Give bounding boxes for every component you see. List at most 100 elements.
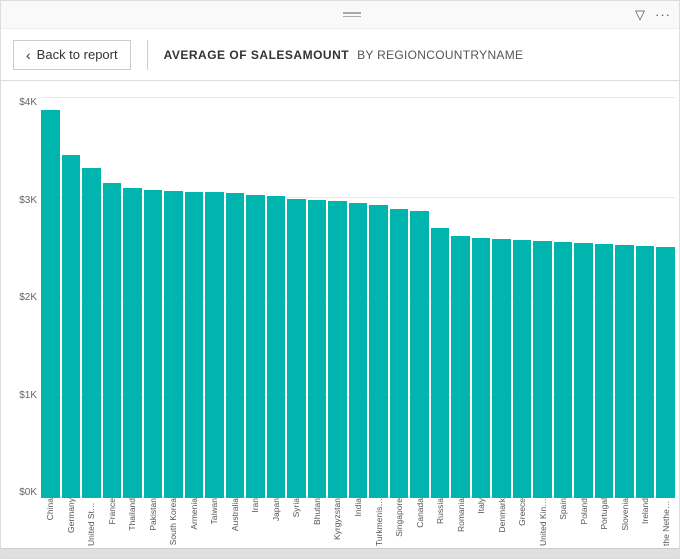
x-label-col: Slovenia — [615, 498, 634, 531]
bar[interactable] — [513, 240, 532, 498]
bar-col — [615, 97, 634, 498]
bar[interactable] — [82, 168, 101, 498]
x-axis-label: Romania — [456, 498, 466, 532]
bar-col — [41, 97, 60, 498]
bar[interactable] — [451, 236, 470, 498]
bar-col — [349, 97, 368, 498]
bar[interactable] — [308, 200, 327, 498]
bar-col — [431, 97, 450, 498]
bar-col — [369, 97, 388, 498]
x-label-col: Turkmenistan — [369, 498, 388, 546]
bar-col — [267, 97, 286, 498]
x-label-col: Spain — [554, 498, 573, 520]
x-axis-label: France — [107, 498, 117, 524]
bar[interactable] — [246, 195, 265, 498]
bars-row — [41, 93, 675, 498]
more-options-icon[interactable]: ··· — [655, 7, 671, 22]
bar[interactable] — [656, 247, 675, 498]
x-axis-label: Australia — [230, 498, 240, 531]
bar-col — [513, 97, 532, 498]
x-label-col: Russia — [431, 498, 450, 524]
x-axis-label: Denmark — [497, 498, 507, 532]
bar[interactable] — [492, 239, 511, 498]
top-bar: ▽ ··· — [1, 1, 679, 29]
x-label-col: Italy — [472, 498, 491, 514]
header-divider — [147, 40, 148, 70]
x-axis-label: Greece — [517, 498, 527, 526]
drag-handle[interactable] — [343, 12, 361, 17]
bar[interactable] — [287, 199, 306, 498]
x-axis-label: Taiwan — [209, 498, 219, 524]
bar-col — [287, 97, 306, 498]
bar[interactable] — [185, 192, 204, 498]
x-axis-label: Syria — [291, 498, 301, 517]
x-label-col: Germany — [62, 498, 81, 533]
bar[interactable] — [595, 244, 614, 498]
bar-col — [103, 97, 122, 498]
bar[interactable] — [226, 193, 245, 498]
y-axis-label: $3K — [19, 195, 41, 206]
x-axis-label: Iran — [250, 498, 260, 513]
x-label-col: Australia — [226, 498, 245, 531]
bar-col — [185, 97, 204, 498]
bar-col — [246, 97, 265, 498]
bar[interactable] — [533, 241, 552, 498]
filter-icon[interactable]: ▽ — [635, 7, 645, 23]
bar[interactable] — [62, 155, 81, 498]
back-button-label: Back to report — [37, 47, 118, 62]
bar[interactable] — [164, 191, 183, 498]
x-label-col: South Korea — [164, 498, 183, 545]
bar[interactable] — [328, 201, 347, 498]
bar[interactable] — [41, 110, 60, 498]
bar[interactable] — [369, 205, 388, 498]
bar[interactable] — [554, 242, 573, 498]
bar-col — [328, 97, 347, 498]
x-label-col: Portugal — [595, 498, 614, 530]
x-axis-label: Thailand — [127, 498, 137, 531]
x-label-col: the Netherlands — [656, 498, 675, 546]
bottom-scrollbar[interactable] — [1, 548, 679, 558]
top-bar-icons: ▽ ··· — [635, 7, 671, 23]
x-axis-label: Poland — [579, 498, 589, 524]
bar[interactable] — [267, 196, 286, 498]
bar[interactable] — [390, 209, 409, 498]
bar-col — [226, 97, 245, 498]
chart-title-sub: BY REGIONCOUNTRYNAME — [357, 48, 523, 62]
bar-col — [595, 97, 614, 498]
x-label-col: Taiwan — [205, 498, 224, 524]
bar[interactable] — [636, 246, 655, 498]
bar[interactable] — [431, 228, 450, 498]
bar[interactable] — [205, 192, 224, 498]
x-label-col: Thailand — [123, 498, 142, 531]
bar-col — [472, 97, 491, 498]
x-label-col: Poland — [574, 498, 593, 524]
bar-col — [205, 97, 224, 498]
bar-col — [410, 97, 429, 498]
back-to-report-button[interactable]: ‹ Back to report — [13, 40, 131, 70]
y-axis-label: $2K — [19, 292, 41, 303]
x-axis-label: Canada — [415, 498, 425, 528]
x-axis-label: United States — [86, 498, 96, 546]
x-axis-label: Kyrgyzstan — [332, 498, 342, 540]
bar[interactable] — [123, 188, 142, 498]
bar[interactable] — [103, 183, 122, 498]
y-axis: $4K$3K$2K$1K$0K — [5, 93, 41, 548]
x-label-col: Singapore — [390, 498, 409, 537]
x-axis-label: Japan — [271, 498, 281, 521]
x-axis-label: Italy — [476, 498, 486, 514]
bar[interactable] — [144, 190, 163, 498]
y-axis-label: $1K — [19, 390, 41, 401]
bar-col — [308, 97, 327, 498]
x-axis-label: China — [45, 498, 55, 520]
bar[interactable] — [472, 238, 491, 498]
x-label-col: Greece — [513, 498, 532, 526]
bar[interactable] — [574, 243, 593, 498]
chart-area: $4K$3K$2K$1K$0K ChinaGermanyUnited State… — [1, 81, 679, 548]
bar-col — [123, 97, 142, 498]
bar[interactable] — [615, 245, 634, 498]
x-axis-label: Armenia — [189, 498, 199, 530]
bar[interactable] — [410, 211, 429, 498]
main-container: ▽ ··· ‹ Back to report AVERAGE OF SALESA… — [0, 0, 680, 559]
bar[interactable] — [349, 203, 368, 498]
back-arrow-icon: ‹ — [26, 47, 31, 63]
